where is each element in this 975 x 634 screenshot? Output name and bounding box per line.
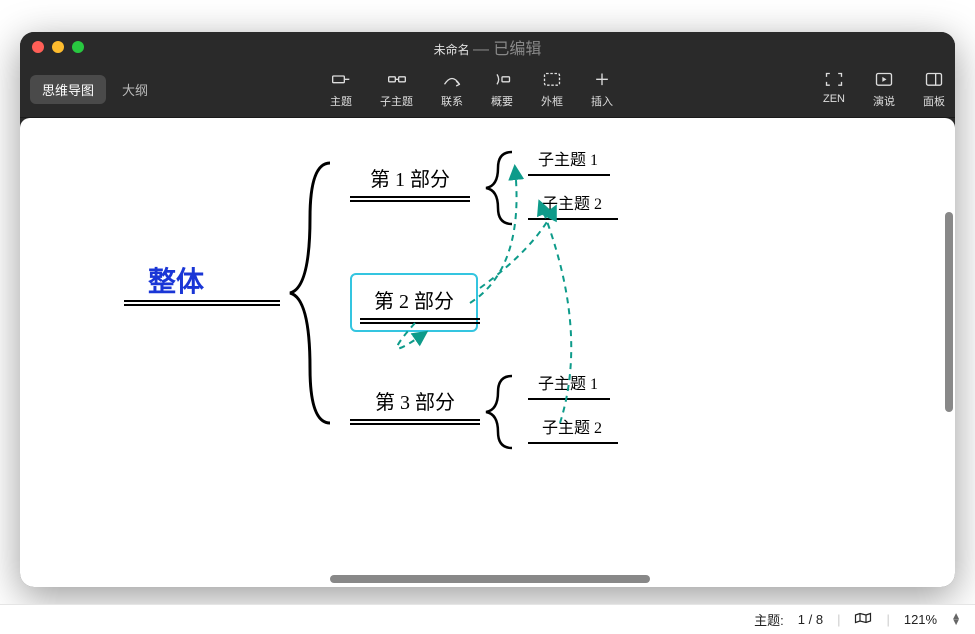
mindmap-canvas[interactable]: 整体 第 1 部分 第 2 部分 第 3 部分 子主题 1 [20,118,955,587]
plus-icon [592,71,612,89]
summary-button[interactable]: 概要 [491,71,513,109]
root-node[interactable]: 整体 [148,260,204,300]
boundary-button[interactable]: 外框 [541,71,563,109]
close-button[interactable] [32,41,44,53]
topic-label: 主题 [330,93,352,109]
subtopic-label: 子主题 [380,93,413,109]
toolbar-right-group: ZEN 演说 面板 [823,71,945,109]
titlebar: 未命名 — 已编辑 [20,32,955,62]
maximize-button[interactable] [72,41,84,53]
zen-icon [824,71,844,89]
window-controls [32,41,84,53]
toolbar: 思维导图 大纲 主题 子主题 联系 [20,62,955,118]
vertical-scrollbar[interactable] [945,212,953,412]
play-icon [874,71,894,89]
zoom-level[interactable]: 121% [904,612,937,627]
summary-icon [492,71,512,89]
subtopic-icon [387,71,407,89]
app-window: 未命名 — 已编辑 思维导图 大纲 主题 子主题 [20,32,955,587]
topic-count: 1 / 8 [798,612,823,627]
root-label: 整体 [148,267,204,298]
toolbar-center-group: 主题 子主题 联系 概要 [330,71,613,109]
minimize-button[interactable] [52,41,64,53]
topic-label: 主题: [754,610,784,629]
presentation-button[interactable]: 演说 [873,71,895,109]
tab-mindmap[interactable]: 思维导图 [30,75,106,104]
root-underline [124,300,280,310]
document-status: — 已编辑 [473,41,541,58]
presentation-label: 演说 [873,93,895,109]
panel-button[interactable]: 面板 [923,71,945,109]
insert-button[interactable]: 插入 [591,71,613,109]
tab-outline[interactable]: 大纲 [110,75,160,104]
view-mode-toggle: 思维导图 大纲 [30,75,160,104]
relation-arrows[interactable] [360,148,610,448]
document-title: 未命名 [434,43,470,57]
separator: | [886,612,889,627]
minimap-button[interactable] [854,611,872,628]
topic-icon [331,71,351,89]
panel-label: 面板 [923,93,945,109]
insert-label: 插入 [591,93,613,109]
horizontal-scrollbar[interactable] [330,575,650,583]
zoom-stepper[interactable]: ▲▼ [951,614,961,626]
subtopic-button[interactable]: 子主题 [380,71,413,109]
separator: | [837,612,840,627]
brace-root-icon [280,158,340,428]
topic-button[interactable]: 主题 [330,71,352,109]
zen-button[interactable]: ZEN [823,71,845,109]
boundary-icon [542,71,562,89]
status-bar: 主题: 1 / 8 | | 121% ▲▼ [0,604,975,634]
zen-label: ZEN [823,93,845,105]
window-title: 未命名 — 已编辑 [20,35,955,59]
boundary-label: 外框 [541,93,563,109]
summary-label: 概要 [491,93,513,109]
relation-label: 联系 [441,93,463,109]
relation-icon [442,71,462,89]
panel-icon [924,71,944,89]
relation-button[interactable]: 联系 [441,71,463,109]
